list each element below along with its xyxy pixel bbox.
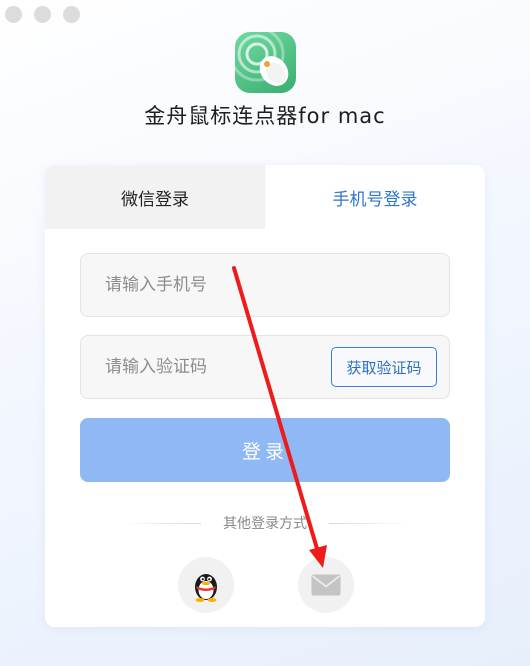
app-title: 金舟鼠标连点器for mac (144, 104, 386, 128)
tab-wechat-login[interactable]: 微信登录 (45, 165, 265, 229)
minimize-window-button[interactable] (34, 6, 51, 23)
divider-line-left (121, 522, 201, 524)
qq-login-button[interactable] (178, 557, 234, 613)
app-logo-icon (235, 32, 296, 93)
login-button[interactable]: 登录 (80, 418, 450, 482)
other-login-divider: 其他登录方式 (45, 513, 485, 533)
verification-code-input[interactable] (81, 336, 335, 398)
qq-penguin-icon (195, 574, 217, 602)
tab-phone-login[interactable]: 手机号登录 (265, 165, 485, 229)
zoom-window-button[interactable] (63, 6, 80, 23)
other-login-label: 其他登录方式 (223, 516, 307, 532)
mail-icon (311, 574, 341, 596)
code-field: 获取验证码 (80, 335, 450, 399)
login-card: 微信登录 手机号登录 获取验证码 登录 其他登录方式 (45, 165, 485, 627)
phone-input[interactable] (81, 254, 335, 316)
phone-field (80, 253, 450, 317)
window-controls (5, 6, 80, 23)
login-tabs: 微信登录 手机号登录 (45, 165, 485, 229)
email-login-button[interactable] (298, 557, 354, 613)
close-window-button[interactable] (5, 6, 22, 23)
get-code-button[interactable]: 获取验证码 (331, 347, 437, 387)
divider-line-right (329, 522, 409, 524)
